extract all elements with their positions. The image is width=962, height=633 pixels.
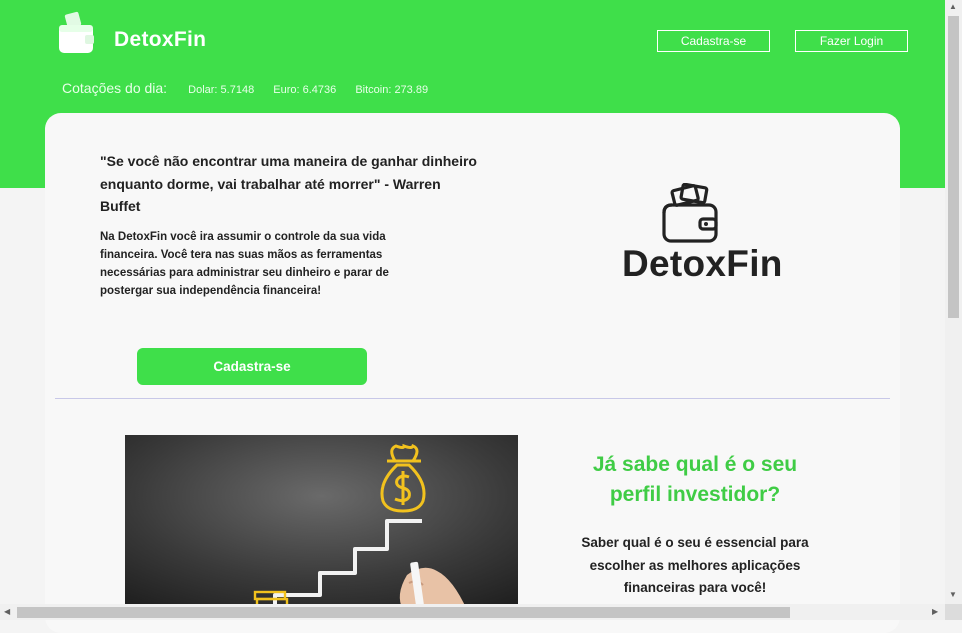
cta-signup-button[interactable]: Cadastra-se [137, 348, 367, 385]
intro-description: Na DetoxFin você ira assumir o controle … [100, 231, 389, 297]
rate-bitcoin: Bitcoin: 273.89 [355, 84, 429, 96]
login-button[interactable]: Fazer Login [795, 30, 908, 52]
section-divider [55, 398, 890, 399]
scroll-up-arrow[interactable]: ▲ [949, 3, 957, 11]
horizontal-scroll-thumb[interactable] [17, 607, 790, 618]
exchange-rates: Cotações do dia: Dolar: 5.7148 Euro: 6.4… [62, 80, 444, 96]
wallet-icon [59, 11, 94, 53]
scrollbar-corner [945, 604, 962, 620]
logo-text: DetoxFin [622, 243, 783, 284]
investor-profile-text: Saber qual é o seu é essencial para esco… [581, 535, 809, 595]
rates-label: Cotações do dia: [62, 80, 168, 96]
wallet-icon [662, 183, 718, 243]
vertical-scroll-thumb[interactable] [948, 16, 959, 318]
rate-euro: Euro: 6.4736 [273, 84, 337, 96]
investor-profile-title: Já sabe qual é o seu perfil investidor? [592, 453, 798, 506]
signup-button[interactable]: Cadastra-se [657, 30, 770, 52]
scroll-right-arrow[interactable]: ▶ [932, 608, 938, 616]
investment-stairs-image [125, 435, 518, 610]
scroll-left-arrow[interactable]: ◀ [4, 608, 10, 616]
scroll-down-arrow[interactable]: ▼ [949, 591, 957, 599]
intro-quote: "Se você não encontrar uma maneira de ga… [100, 153, 477, 214]
rate-dollar: Dolar: 5.7148 [188, 84, 255, 96]
brand-name[interactable]: DetoxFin [114, 28, 206, 52]
